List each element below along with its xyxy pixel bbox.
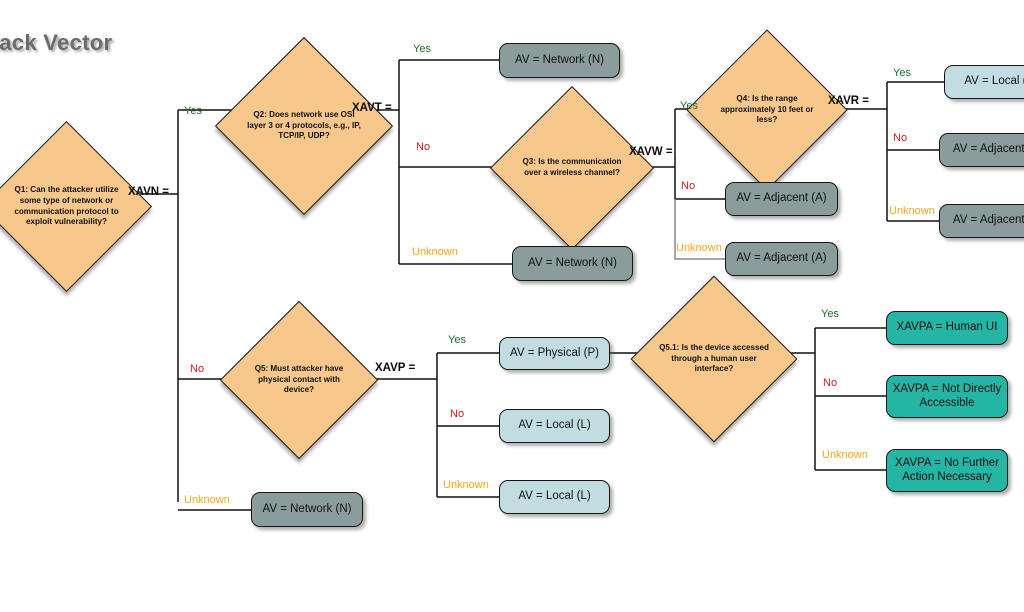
outcome-label: AV = Adjacent (A) [736,252,827,265]
outcome-adjacent-q4-no[interactable]: AV = Adjacent (A) [939,133,1024,167]
outcome-adjacent-q3-no[interactable]: AV = Adjacent (A) [725,182,838,216]
outcome-label: AV = Adjacent (A) [952,143,1024,156]
outcome-xavpa-unknown[interactable]: XAVPA = No Further Action Necessary [886,449,1008,492]
variable-label-xavw: XAVW = [629,146,673,158]
decision-node-q3[interactable]: Q3: Is the communication over a wireless… [489,85,655,251]
outcome-label: AV = Local (L) [964,75,1024,88]
variable-label-xavn: XAVN = [128,186,170,198]
edge-label-q1-no: No [190,363,205,375]
edge-label-q2-unknown: Unknown [412,246,458,258]
outcome-label: XAVPA = No Further Action Necessary [894,456,1000,483]
variable-label-xavp: XAVP = [375,362,416,374]
edge-label-q4-no: No [893,132,908,144]
outcome-label: AV = Local (L) [518,490,591,503]
decision-q2-label: Q2: Does network use OSI layer 3 or 4 pr… [247,109,361,141]
decision-node-q5[interactable]: Q5: Must attacker have physical contact … [219,300,379,460]
flowchart-canvas: ttack Vector Q1: Can the attacker utiliz… [0,0,1024,612]
decision-node-q1[interactable]: Q1: Can the attacker utilize some type o… [0,120,153,293]
edge-label-q4-yes: Yes [893,67,911,79]
edge-label-q3-unknown: Unknown [676,242,722,254]
outcome-label: XAVPA = Human UI [896,321,998,334]
outcome-network-q1-unknown[interactable]: AV = Network (N) [251,492,363,527]
edge-label-q3-no: No [681,180,696,192]
outcome-label: AV = Network (N) [515,53,604,66]
decision-node-q51[interactable]: Q5.1: Is the device accessed through a h… [630,275,798,443]
outcome-adjacent-q3-unknown[interactable]: AV = Adjacent (A) [725,242,838,276]
decision-q5-label: Q5: Must attacker have physical contact … [254,363,344,395]
variable-label-xavr: XAVR = [828,95,870,107]
decision-q51-label: Q5.1: Is the device accessed through a h… [659,342,769,374]
decision-q4-label: Q4: Is the range approximately 10 feet o… [720,93,814,125]
edge-label-q51-yes: Yes [821,308,839,320]
edge-label-q1-yes: Yes [184,105,202,117]
decision-node-q4[interactable]: Q4: Is the range approximately 10 feet o… [686,29,848,191]
outcome-label: AV = Network (N) [262,502,352,515]
edge-layer [127,59,944,511]
edge-label-q5-unknown: Unknown [443,479,489,491]
outcome-label: XAVPA = Not Directly Accessible [892,382,1002,409]
outcome-label: AV = Local (L) [518,419,591,432]
decision-q1-label: Q1: Can the attacker utilize some type o… [14,185,119,227]
outcome-label: AV = Network (N) [528,256,617,269]
outcome-physical-q5-yes[interactable]: AV = Physical (P) [499,337,610,370]
outcome-label: AV = Physical (P) [510,346,599,359]
outcome-network-q2-unknown[interactable]: AV = Network (N) [512,246,633,281]
outcome-network-q2-yes[interactable]: AV = Network (N) [499,43,620,78]
outcome-local-q5-no[interactable]: AV = Local (L) [499,409,610,443]
decision-node-q2[interactable]: Q2: Does network use OSI layer 3 or 4 pr… [214,36,394,216]
edge-label-q3-yes: Yes [680,100,698,112]
edge-label-q5-no: No [450,408,465,420]
outcome-local-q5-unknown[interactable]: AV = Local (L) [499,480,610,514]
edge-label-q2-no: No [416,141,431,153]
outcome-label: AV = Adjacent (A) [736,192,827,205]
edge-label-q5-yes: Yes [448,334,466,346]
outcome-label: AV = Adjacent (A) [952,214,1024,227]
outcome-local-q4-yes[interactable]: AV = Local (L) [944,65,1024,99]
decision-q3-label: Q3: Is the communication over a wireless… [522,157,622,177]
outcome-xavpa-no[interactable]: XAVPA = Not Directly Accessible [886,375,1008,418]
edge-label-q51-no: No [823,377,838,389]
edge-label-q51-unknown: Unknown [822,449,868,461]
outcome-xavpa-yes[interactable]: XAVPA = Human UI [886,311,1008,345]
outcome-adjacent-q4-unknown[interactable]: AV = Adjacent (A) [939,204,1024,238]
edge-label-q2-yes: Yes [413,43,431,55]
page-title: ttack Vector [0,30,113,55]
edge-label-q4-unknown: Unknown [889,205,935,217]
edge-label-q1-unknown: Unknown [184,494,230,506]
